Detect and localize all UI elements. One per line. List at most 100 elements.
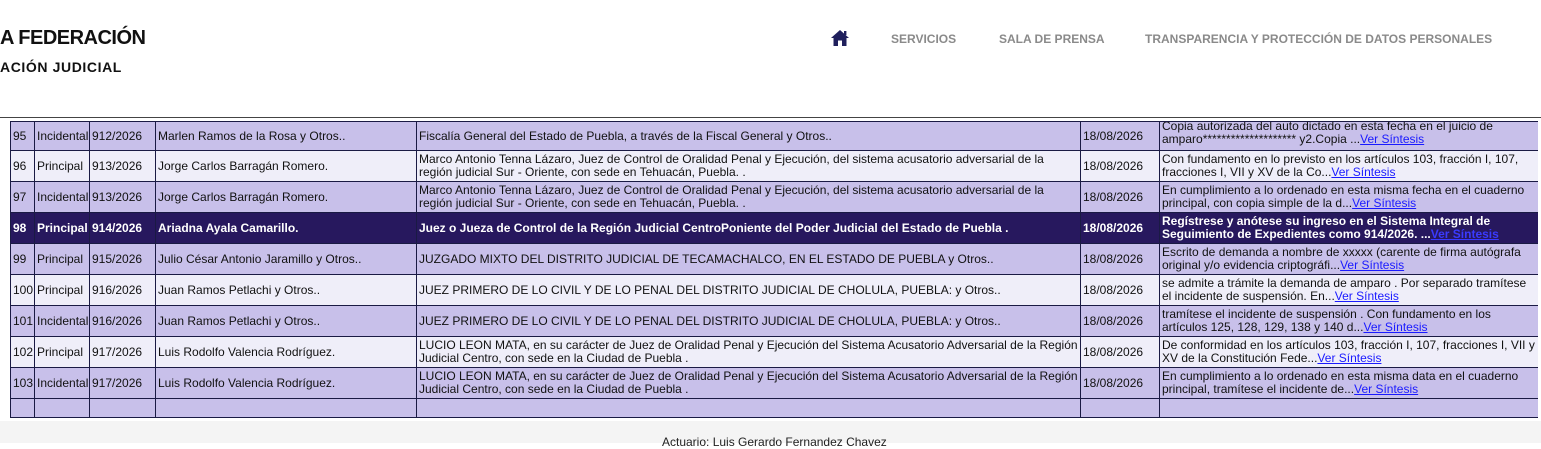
- table-row[interactable]: 98 Principal 914/2026 Ariadna Ayala Camaril…: [10, 212, 1538, 244]
- cell-autoridad: Marco Antonio Tenna Lázaro, Juez de Cont…: [416, 181, 1081, 213]
- ver-sintesis-link[interactable]: Ver Síntesis: [1431, 227, 1499, 241]
- nav-sala-de-prensa[interactable]: SALA DE PRENSA: [999, 32, 1105, 46]
- header-divider: [0, 117, 1541, 118]
- ver-sintesis-link[interactable]: Ver Síntesis: [1352, 196, 1416, 210]
- cell-autoridad: JUEZ PRIMERO DE LO CIVIL Y DE LO PENAL D…: [416, 274, 1081, 306]
- cell-sintesis: En cumplimiento a lo ordenado en esta mi…: [1159, 367, 1538, 399]
- ver-sintesis-link[interactable]: Ver Síntesis: [1363, 320, 1427, 334]
- cell-tipo: Incidental: [34, 305, 90, 337]
- cell-text-exp: 917/2026: [92, 344, 143, 359]
- cell-exp: 915/2026: [89, 243, 156, 275]
- cell-text-tipo: Principal: [37, 220, 88, 235]
- cell-fecha: 18/08/2026: [1080, 121, 1160, 151]
- cell-text-fecha: 18/08/2026: [1083, 220, 1144, 235]
- cell-tipo: Incidental: [34, 121, 90, 151]
- cell-text-num: 96: [13, 158, 27, 173]
- cell-quejoso: Juan Ramos Petlachi y Otros..: [155, 305, 417, 337]
- cell-text-exp: 912/2026: [92, 128, 143, 143]
- cell-exp: 913/2026: [89, 150, 156, 182]
- cell-text-quejoso: Jorge Carlos Barragán Romero.: [158, 158, 329, 173]
- cell-autoridad: Juez o Jueza de Control de la Región Jud…: [416, 212, 1081, 244]
- cell-text-fecha: 18/08/2026: [1083, 282, 1144, 297]
- cell-text-tipo: Principal: [37, 282, 84, 297]
- ver-sintesis-link[interactable]: Ver Síntesis: [1340, 258, 1404, 272]
- results-table-wrap: 95 Incidental 912/2026 Marlen Ramos de la R…: [10, 121, 1538, 418]
- empty-cell: [10, 398, 35, 418]
- cell-text-quejoso: Ariadna Ayala Camarillo.: [158, 220, 299, 235]
- cell-text-exp: 915/2026: [92, 251, 143, 266]
- cell-text-tipo: Incidental: [37, 189, 89, 204]
- cell-sintesis: De conformidad en los artículos 103, fra…: [1159, 336, 1538, 368]
- cell-text-tipo: Principal: [37, 158, 84, 173]
- empty-cell: [34, 398, 90, 418]
- home-icon[interactable]: [830, 29, 850, 47]
- cell-text-quejoso: Julio César Antonio Jaramillo y Otros..: [158, 251, 362, 266]
- cell-text-num: 98: [13, 220, 27, 235]
- cell-autoridad: LUCIO LEON MATA, en su carácter de Juez …: [416, 367, 1081, 399]
- cell-fecha: 18/08/2026: [1080, 367, 1160, 399]
- cell-text-num: 101: [13, 313, 34, 328]
- ver-sintesis-link[interactable]: Ver Síntesis: [1360, 132, 1424, 146]
- table-row[interactable]: 95 Incidental 912/2026 Marlen Ramos de la R…: [10, 121, 1538, 151]
- cell-num: 97: [10, 181, 35, 213]
- cell-exp: 917/2026: [89, 336, 156, 368]
- table-row[interactable]: 99 Principal 915/2026 Julio César Antonio J…: [10, 243, 1538, 275]
- cell-text-autoridad: Fiscalía General del Estado de Puebla, a…: [419, 128, 832, 143]
- cell-text-fecha: 18/08/2026: [1083, 251, 1144, 266]
- cell-tipo: Principal: [34, 274, 90, 306]
- results-table: 95 Incidental 912/2026 Marlen Ramos de la R…: [10, 121, 1538, 418]
- table-row[interactable]: 103 Incidental 917/2026 Luis Rodolfo Valenc…: [10, 367, 1538, 399]
- cell-text-exp: 914/2026: [92, 220, 143, 235]
- ver-sintesis-link[interactable]: Ver Síntesis: [1317, 351, 1381, 365]
- sintesis-text: Copia autorizada del auto dictado en est…: [1162, 123, 1536, 146]
- cell-exp: 916/2026: [89, 274, 156, 306]
- cell-quejoso: Jorge Carlos Barragán Romero.: [155, 150, 417, 182]
- cell-exp: 912/2026: [89, 121, 156, 151]
- cell-autoridad: Fiscalía General del Estado de Puebla, a…: [416, 121, 1081, 151]
- cell-text-num: 97: [13, 189, 27, 204]
- nav-transparencia[interactable]: TRANSPARENCIA Y PROTECCIÓN DE DATOS PERS…: [1145, 32, 1492, 46]
- table-row[interactable]: 96 Principal 913/2026 Jorge Carlos Barragán…: [10, 150, 1538, 182]
- cell-autoridad: LUCIO LEON MATA, en su carácter de Juez …: [416, 336, 1081, 368]
- cell-text-autoridad: Marco Antonio Tenna Lázaro, Juez de Cont…: [419, 183, 1044, 210]
- cell-quejoso: Marlen Ramos de la Rosa y Otros..: [155, 121, 417, 151]
- cell-text-quejoso: Luis Rodolfo Valencia Rodríguez.: [158, 344, 336, 359]
- sintesis-text: En cumplimiento a lo ordenado en esta mi…: [1162, 370, 1536, 396]
- results-table-body: 95 Incidental 912/2026 Marlen Ramos de la R…: [10, 121, 1538, 418]
- cell-fecha: 18/08/2026: [1080, 150, 1160, 182]
- cell-num: 101: [10, 305, 35, 337]
- cell-text-tipo: Principal: [37, 344, 84, 359]
- cell-sintesis: Regístrese y anótese su ingreso en el Si…: [1159, 212, 1538, 244]
- empty-cell: [89, 398, 156, 418]
- nav-servicios[interactable]: SERVICIOS: [891, 32, 956, 46]
- table-row[interactable]: 100 Principal 916/2026 Juan Ramos Petlachi …: [10, 274, 1538, 306]
- cell-text-num: 103: [13, 375, 34, 390]
- cell-autoridad: JUZGADO MIXTO DEL DISTRITO JUDICIAL DE T…: [416, 243, 1081, 275]
- cell-text-autoridad: JUEZ PRIMERO DE LO CIVIL Y DE LO PENAL D…: [419, 282, 1001, 297]
- empty-cell: [155, 398, 417, 418]
- ver-sintesis-link[interactable]: Ver Síntesis: [1354, 382, 1418, 396]
- table-row[interactable]: 101 Incidental 916/2026 Juan Ramos Petlachi…: [10, 305, 1538, 337]
- cell-fecha: 18/08/2026: [1080, 336, 1160, 368]
- sintesis-text: se admite a trámite la demanda de amparo…: [1162, 277, 1536, 303]
- cell-num: 98: [10, 212, 35, 244]
- sintesis-summary: tramítese el incidente de suspensión . C…: [1162, 308, 1491, 334]
- empty-cell: [1159, 398, 1538, 418]
- cell-text-quejoso: Luis Rodolfo Valencia Rodríguez.: [158, 375, 336, 390]
- cell-text-exp: 913/2026: [92, 158, 143, 173]
- ver-sintesis-link[interactable]: Ver Síntesis: [1335, 289, 1399, 303]
- cell-text-autoridad: JUEZ PRIMERO DE LO CIVIL Y DE LO PENAL D…: [419, 313, 1001, 328]
- table-row[interactable]: 102 Principal 917/2026 Luis Rodolfo Valenci…: [10, 336, 1538, 368]
- ver-sintesis-link[interactable]: Ver Síntesis: [1331, 165, 1395, 179]
- cell-num: 103: [10, 367, 35, 399]
- cell-text-autoridad: Juez o Jueza de Control de la Región Jud…: [419, 220, 1009, 235]
- cell-sintesis: Con fundamento en lo previsto en los art…: [1159, 150, 1538, 182]
- cell-tipo: Principal: [34, 212, 90, 244]
- cell-fecha: 18/08/2026: [1080, 243, 1160, 275]
- sintesis-text: De conformidad en los artículos 103, fra…: [1162, 339, 1536, 365]
- table-row[interactable]: 97 Incidental 913/2026 Jorge Carlos Barragá…: [10, 181, 1538, 213]
- cell-fecha: 18/08/2026: [1080, 212, 1160, 244]
- cell-text-quejoso: Juan Ramos Petlachi y Otros..: [158, 282, 321, 297]
- cell-text-quejoso: Juan Ramos Petlachi y Otros..: [158, 313, 321, 328]
- sintesis-text: tramítese el incidente de suspensión . C…: [1162, 308, 1536, 334]
